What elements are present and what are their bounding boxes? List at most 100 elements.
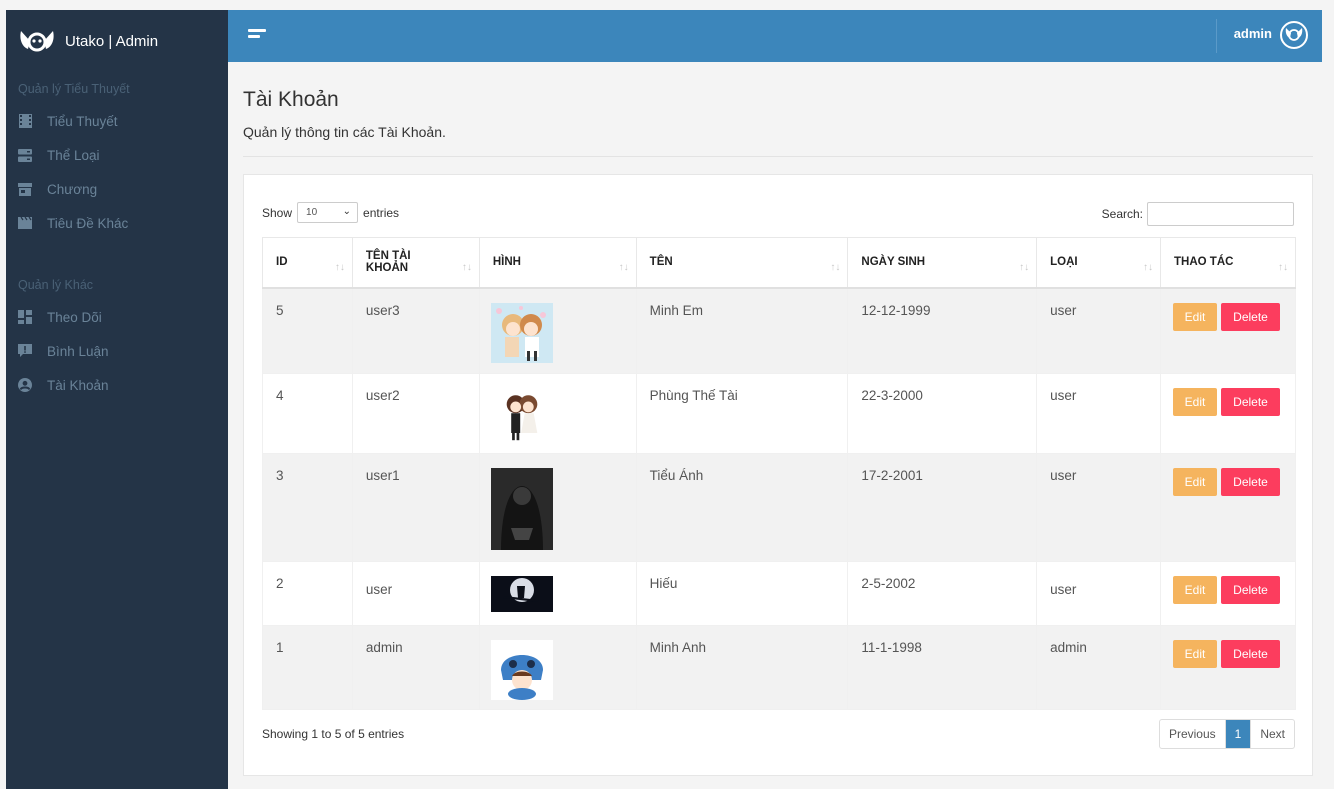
edit-button[interactable]: Edit [1173,468,1218,496]
cell-id: 5 [262,287,353,374]
sidebar-item-label: Tiểu Thuyết [47,113,118,129]
edit-button[interactable]: Edit [1173,302,1218,331]
cell-username: user [351,561,480,626]
cell-dob: 2-5-2002 [847,561,1038,626]
admin-username[interactable]: admin [1234,26,1272,41]
topbar: admin [228,10,1322,62]
cell-name: Tiểu Ánh [635,453,849,562]
delete-button[interactable]: Delete [1221,468,1281,496]
table-row: 2 user Hiếu 2-5-2002 user Edit Delete [262,561,1296,626]
cell-actions: Edit Delete [1160,287,1296,374]
cell-image [478,287,637,374]
brand-title: Utako | Admin [65,32,159,50]
clapperboard-icon [18,216,32,230]
cell-name: Minh Em [635,287,849,374]
table-row: 1 admin Minh Anh 11-1-1998 admin Edit Del… [262,625,1296,710]
delete-button[interactable]: Delete [1221,388,1281,416]
search-control: Search: [1102,202,1294,226]
chevron-down-icon: ⌄ [342,206,352,217]
cell-dob: 22-3-2000 [847,373,1038,454]
pagination: Previous 1 Next [1158,719,1295,749]
sidebar-item-binh-luan[interactable]: Bình Luận [6,334,228,368]
cell-name: Phùng Thế Tài [635,373,849,454]
cell-actions: Edit Delete [1160,373,1296,454]
pagination-previous[interactable]: Previous [1160,720,1225,748]
comment-alert-icon [18,344,32,358]
column-header-name[interactable]: TÊN ↑↓ [635,237,849,289]
avatar [490,576,553,612]
cell-name: Minh Anh [635,625,849,710]
sidebar-item-tieu-de-khac[interactable]: Tiêu Đề Khác [6,206,228,240]
sidebar: Utako | Admin Quản lý Tiểu Thuyết Tiểu T… [6,10,228,789]
sidebar-item-tai-khoan[interactable]: Tài Khoản [6,368,228,402]
cell-id: 4 [262,373,353,454]
cell-username: user2 [351,373,480,454]
page-subtitle: Quản lý thông tin các Tài Khoản. [243,124,446,140]
cell-username: admin [351,625,480,710]
edit-button[interactable]: Edit [1173,640,1218,668]
cell-username: user1 [351,453,480,562]
cell-id: 2 [262,561,353,626]
server-icon [18,148,32,162]
search-label: Search: [1101,207,1143,221]
column-header-image[interactable]: HÌNH ↑↓ [478,237,637,289]
entries-select[interactable]: 10 ⌄ [297,202,359,223]
delete-button[interactable]: Delete [1221,576,1281,604]
menu-toggle-icon[interactable] [248,29,266,41]
pagination-page[interactable]: 1 [1224,720,1252,748]
user-circle-icon [18,378,32,392]
table-info: Showing 1 to 5 of 5 entries [262,727,405,741]
cell-id: 1 [262,625,353,710]
column-header-dob[interactable]: NGÀY SINH ↑↓ [847,237,1038,289]
sidebar-item-label: Chương [47,181,98,197]
cell-type: admin [1036,625,1162,710]
avatar [490,302,553,363]
search-input[interactable] [1147,202,1294,226]
cell-type: user [1036,453,1162,562]
admin-avatar[interactable] [1280,21,1308,49]
avatar [490,640,553,700]
sort-icon: ↑↓ [618,262,629,273]
entries-length-control: Show 10 ⌄ entries [262,202,399,223]
page-title: Tài Khoản [243,88,339,111]
pagination-next[interactable]: Next [1251,720,1294,748]
table-row: 5 user3 Minh Em 12-12-1999 user Edit Dele… [262,287,1296,374]
table-header-row: ID ↑↓ TÊN TÀI KHOẢN ↑↓ HÌNH ↑↓ TÊN ↑↓ NGÀY S… [262,237,1296,289]
cell-image [478,625,637,710]
sort-icon: ↑↓ [1143,262,1154,273]
entries-label: entries [363,205,400,220]
cell-image [478,561,637,626]
dashboard-icon [18,310,32,324]
table-row: 4 user2 Phùng Thế Tài 22-3-2000 user Edi… [262,373,1296,454]
column-header-id[interactable]: ID ↑↓ [262,237,353,289]
store-icon [18,182,32,196]
utako-logo-icon [18,27,56,55]
film-icon [18,114,32,128]
sidebar-item-chuong[interactable]: Chương [6,172,228,206]
edit-button[interactable]: Edit [1173,576,1218,604]
column-header-type[interactable]: LOẠI ↑↓ [1036,237,1162,289]
sidebar-item-the-loai[interactable]: Thể Loại [6,138,228,172]
show-label: Show [262,205,293,220]
delete-button[interactable]: Delete [1221,640,1281,668]
sidebar-item-theo-doi[interactable]: Theo Dõi [6,300,228,334]
sort-icon: ↑↓ [334,262,345,273]
cell-dob: 11-1-1998 [847,625,1038,710]
cell-dob: 17-2-2001 [847,453,1038,562]
edit-button[interactable]: Edit [1173,388,1218,416]
sidebar-item-tieu-thuyet[interactable]: Tiểu Thuyết [6,104,228,138]
delete-button[interactable]: Delete [1221,302,1281,331]
cell-dob: 12-12-1999 [847,287,1038,374]
cell-actions: Edit Delete [1160,561,1296,626]
cell-name: Hiếu [635,561,849,626]
column-header-actions[interactable]: THAO TÁC ↑↓ [1160,237,1296,289]
divider [243,156,1313,157]
sidebar-item-label: Tiêu Đề Khác [47,215,129,231]
cell-type: user [1036,373,1162,454]
column-header-username[interactable]: TÊN TÀI KHOẢN ↑↓ [351,237,480,289]
brand[interactable]: Utako | Admin [6,10,228,72]
accounts-card: Show 10 ⌄ entries Search: ID ↑↓ TÊN TÀI K… [243,174,1313,776]
sort-icon: ↑↓ [830,262,841,273]
cell-actions: Edit Delete [1160,453,1296,562]
sort-icon: ↑↓ [461,262,472,273]
